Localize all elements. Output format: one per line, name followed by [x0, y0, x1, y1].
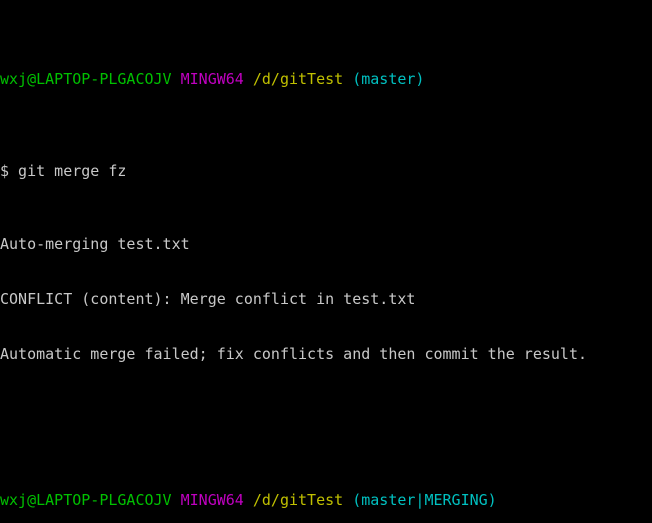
prompt-branch: (master)	[352, 70, 425, 89]
prompt-path: /d/gitTest	[252, 70, 344, 89]
terminal-window[interactable]: wxj@LAPTOP-PLGACOJV MINGW64 /d/gitTest (…	[0, 0, 652, 523]
command-text: git merge fz	[9, 161, 127, 180]
prompt-shell: MINGW64	[180, 491, 244, 510]
prompt-line: wxj@LAPTOP-PLGACOJV MINGW64 /d/gitTest (…	[0, 491, 652, 509]
prompt-path: /d/gitTest	[252, 491, 344, 510]
terminal-screen[interactable]: wxj@LAPTOP-PLGACOJV MINGW64 /d/gitTest (…	[0, 0, 652, 523]
prompt-user-host: wxj@LAPTOP-PLGACOJV	[0, 491, 172, 510]
command-sigil: $	[0, 161, 10, 180]
command-line[interactable]: $ git merge fz	[0, 162, 652, 180]
output-line: Automatic merge failed; fix conflicts an…	[0, 344, 587, 363]
prompt-line: wxj@LAPTOP-PLGACOJV MINGW64 /d/gitTest (…	[0, 70, 652, 88]
output-line: Auto-merging test.txt	[0, 234, 190, 253]
prompt-shell: MINGW64	[180, 70, 244, 89]
output-line: CONFLICT (content): Merge conflict in te…	[0, 289, 416, 308]
prompt-user-host: wxj@LAPTOP-PLGACOJV	[0, 70, 172, 89]
prompt-branch: (master|MERGING)	[352, 491, 497, 510]
